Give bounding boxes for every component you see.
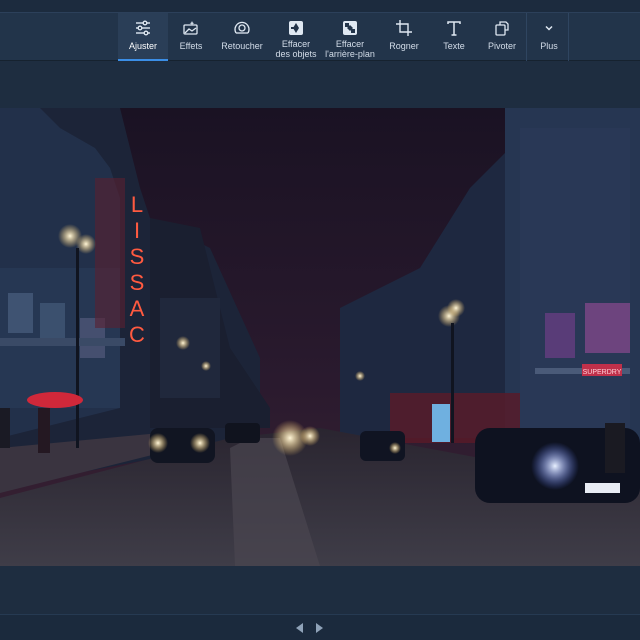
previous-button[interactable] <box>293 621 307 635</box>
toolbar-separator <box>526 13 527 61</box>
tool-retouch[interactable]: Retoucher <box>214 13 270 61</box>
tool-rotate[interactable]: Pivoter <box>478 13 526 61</box>
erase-objects-icon <box>286 18 306 38</box>
tool-tabs: Ajuster Effets Retoucher Effacer des obj… <box>118 13 570 61</box>
rotate-icon <box>492 18 512 38</box>
tool-erase-objects-label-2: des objets <box>275 49 317 59</box>
neon-sign-letter: C <box>129 322 145 347</box>
neon-sign-letter: I <box>134 218 140 243</box>
canvas-bottom-margin <box>0 566 640 614</box>
tool-erase-objects[interactable]: Effacer des objets <box>270 13 322 61</box>
magic-photo-icon <box>181 18 201 38</box>
main-toolbar: Ajuster Effets Retoucher Effacer des obj… <box>0 12 640 61</box>
canvas-top-margin <box>0 61 640 108</box>
tool-effects-label: Effets <box>179 41 203 51</box>
tool-crop-label: Rogner <box>389 41 419 51</box>
toolbar-separator <box>568 13 569 61</box>
tool-more-label: Plus <box>540 41 558 51</box>
tool-text-label: Texte <box>443 41 465 51</box>
triangle-left-icon <box>296 623 303 633</box>
crop-icon <box>394 18 414 38</box>
photo-editor-window: Ajuster Effets Retoucher Effacer des obj… <box>0 0 640 640</box>
text-icon <box>444 18 464 38</box>
neon-sign-letter: S <box>130 244 145 269</box>
face-retouch-icon <box>232 18 252 38</box>
neon-sign-letter: S <box>130 270 145 295</box>
tool-erase-background-label-2: l'arrière-plan <box>325 49 375 59</box>
tool-crop[interactable]: Rogner <box>378 13 430 61</box>
next-button[interactable] <box>312 621 326 635</box>
chevron-down-icon <box>539 18 559 38</box>
tool-erase-objects-label-1: Effacer <box>281 39 311 49</box>
night-street-photo: L I S S A C SUPERDRY <box>0 108 640 566</box>
tool-erase-background[interactable]: Effacer l'arrière-plan <box>322 13 378 61</box>
shop-sign: SUPERDRY <box>583 369 622 376</box>
tool-adjust[interactable]: Ajuster <box>118 13 168 61</box>
footer-bar <box>0 614 640 640</box>
tool-text[interactable]: Texte <box>430 13 478 61</box>
tool-retouch-label: Retoucher <box>221 41 263 51</box>
tool-rotate-label: Pivoter <box>487 41 516 51</box>
tool-adjust-label: Ajuster <box>128 41 157 51</box>
neon-sign-letter: A <box>130 296 145 321</box>
tool-erase-background-label-1: Effacer <box>335 39 365 49</box>
neon-sign-letter: L <box>131 192 143 217</box>
photo-canvas[interactable]: L I S S A C SUPERDRY <box>0 108 640 566</box>
tool-more[interactable]: Plus <box>528 13 570 61</box>
triangle-right-icon <box>316 623 323 633</box>
sliders-icon <box>133 18 153 38</box>
title-strip <box>0 0 640 12</box>
erase-background-icon <box>340 18 360 38</box>
tool-effects[interactable]: Effets <box>168 13 214 61</box>
